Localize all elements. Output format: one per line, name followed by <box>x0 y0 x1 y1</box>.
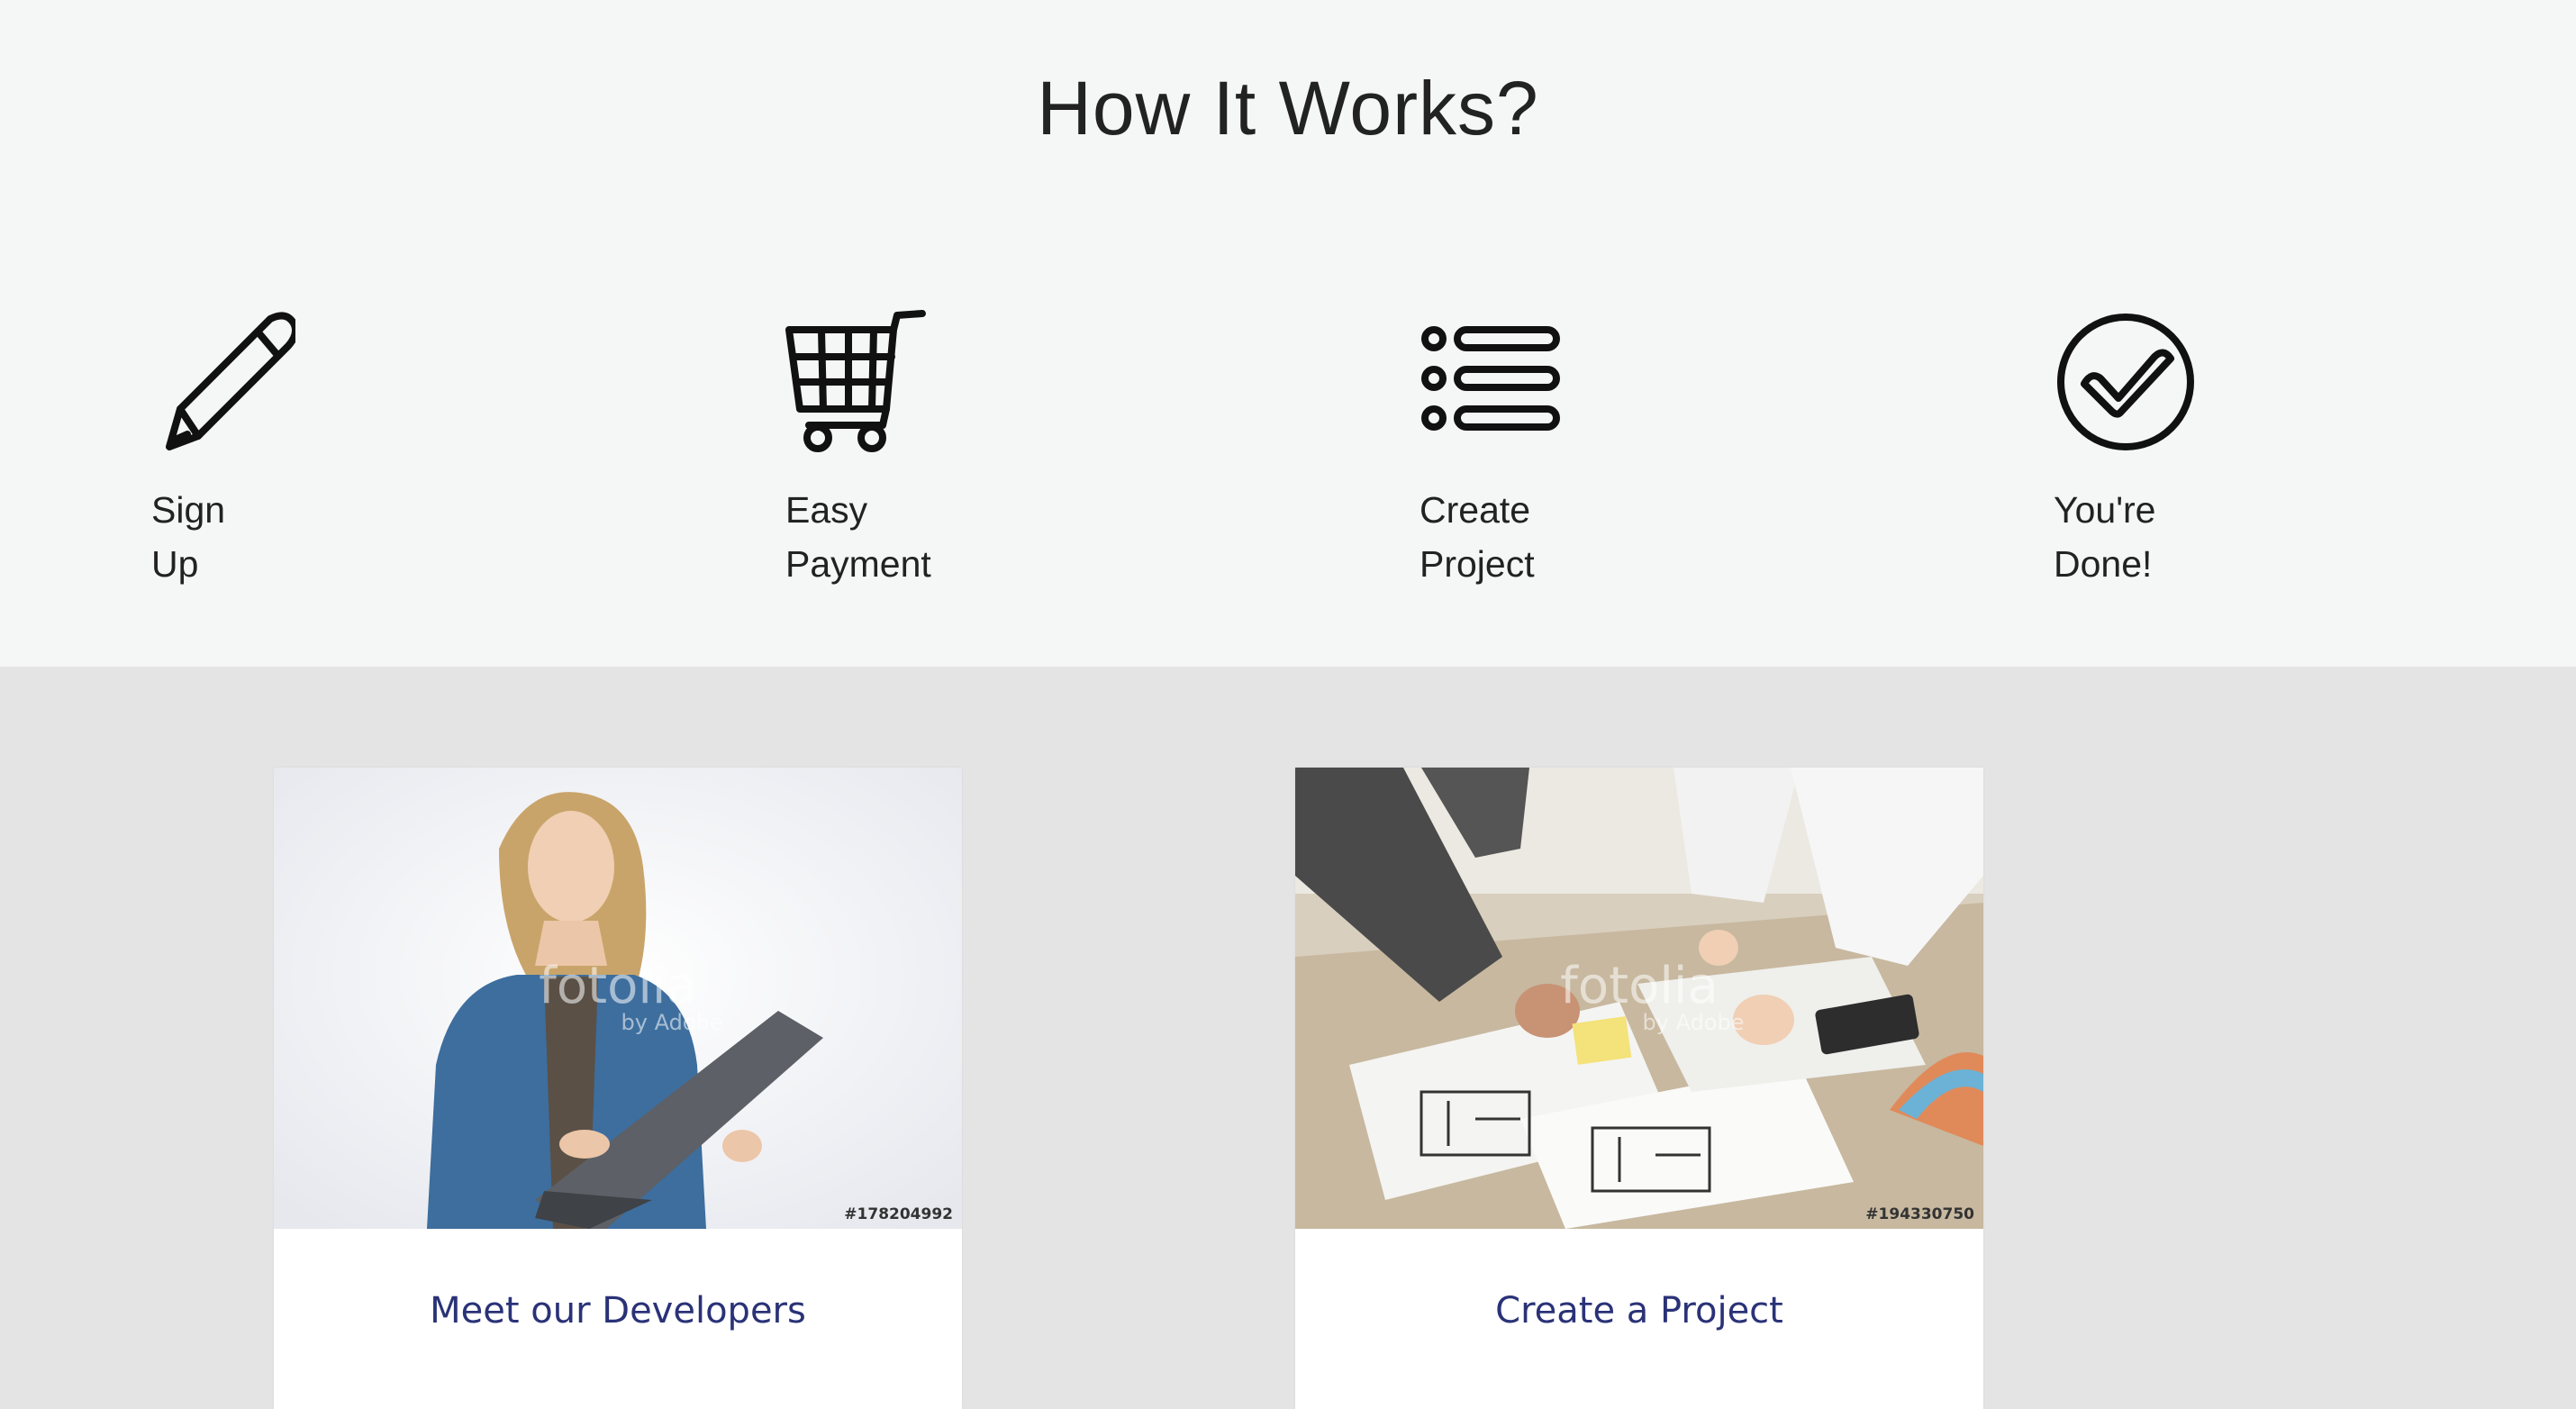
watermark: fotolia by Adobe <box>1560 957 1745 1035</box>
pencil-icon <box>166 312 295 450</box>
how-it-works-section: How It Works? Sign Up Easy Payment Creat… <box>0 0 2576 667</box>
step-easy-payment: Easy Payment <box>785 310 1146 591</box>
create-project-link[interactable]: Create a Project <box>1295 1290 1983 1332</box>
developer-photo: fotolia by Adobe #178204992 <box>274 768 962 1229</box>
check-circle-icon <box>2057 314 2194 450</box>
cards-section: fotolia by Adobe #178204992 Meet our Dev… <box>0 667 2576 1409</box>
meet-developers-link[interactable]: Meet our Developers <box>274 1290 962 1332</box>
step-label: Sign Up <box>151 489 226 585</box>
step-done: You're Done! <box>2054 310 2414 591</box>
watermark: fotolia by Adobe <box>539 957 723 1035</box>
section-title: How It Works? <box>1037 66 1539 150</box>
create-project-card[interactable]: fotolia by Adobe #194330750 Create a Pro… <box>1295 768 1983 1409</box>
list-icon <box>1421 326 1560 431</box>
step-sign-up: Sign Up <box>151 310 512 591</box>
step-label: Create Project <box>1420 489 1535 585</box>
shopping-cart-icon <box>785 310 926 452</box>
step-create-project: Create Project <box>1420 310 1780 591</box>
stock-id: #178204992 <box>844 1205 953 1223</box>
stock-id: #194330750 <box>1865 1205 1974 1223</box>
step-label: You're Done! <box>2054 489 2156 585</box>
project-photo: fotolia by Adobe #194330750 <box>1295 768 1983 1229</box>
developers-card[interactable]: fotolia by Adobe #178204992 Meet our Dev… <box>274 768 962 1409</box>
step-label: Easy Payment <box>785 489 931 585</box>
